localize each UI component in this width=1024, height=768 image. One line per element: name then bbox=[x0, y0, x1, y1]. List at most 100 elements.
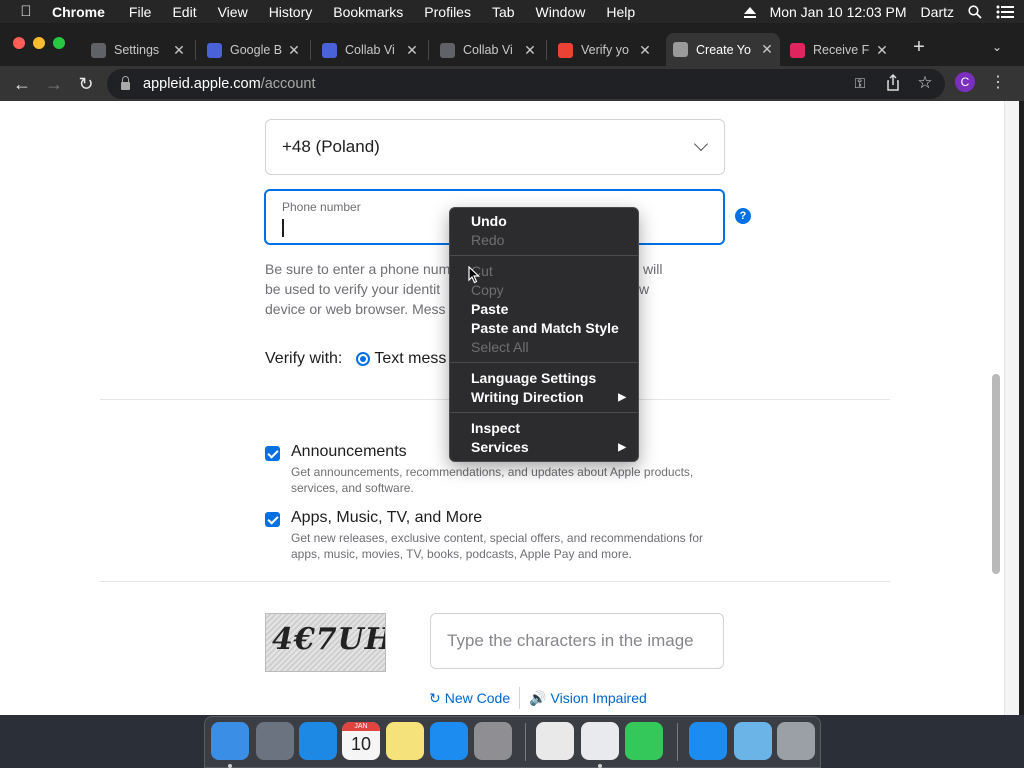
tab-search-chevron-icon[interactable]: ⌄ bbox=[988, 36, 1006, 58]
app-store-icon[interactable] bbox=[430, 722, 468, 760]
tab-settings[interactable]: Settings ✕ bbox=[84, 36, 192, 64]
tab-collab-vi[interactable]: Collab Vi ✕ bbox=[315, 36, 425, 64]
tab-close-icon[interactable]: ✕ bbox=[172, 42, 186, 59]
tab-close-icon[interactable]: ✕ bbox=[523, 42, 537, 59]
tab-close-icon[interactable]: ✕ bbox=[875, 42, 889, 59]
text-message-radio[interactable] bbox=[356, 352, 371, 366]
text-message-label[interactable]: Text mess bbox=[374, 350, 446, 368]
vision-impaired-link[interactable]: Vision Impaired bbox=[551, 690, 647, 706]
google-forms-icon bbox=[207, 42, 222, 58]
announcements-title: Announcements bbox=[291, 443, 407, 460]
apple-icon bbox=[673, 42, 688, 57]
finder-icon[interactable] bbox=[211, 722, 249, 760]
menu-file[interactable]: File bbox=[129, 4, 152, 20]
context-menu-item-language-settings[interactable]: Language Settings bbox=[450, 369, 638, 388]
menu-item-label: Writing Direction bbox=[471, 389, 584, 405]
tab-verify-yo[interactable]: Verify yo ✕ bbox=[551, 36, 658, 64]
forward-arrow-icon[interactable]: → bbox=[41, 71, 67, 97]
gmail-icon bbox=[558, 42, 573, 58]
dock-divider bbox=[525, 723, 526, 761]
bookmark-star-icon[interactable]: ☆ bbox=[913, 71, 937, 95]
menu-item-label: Redo bbox=[471, 232, 505, 248]
back-arrow-icon[interactable]: ← bbox=[9, 71, 35, 97]
running-indicator bbox=[598, 764, 602, 768]
menu-view[interactable]: View bbox=[218, 4, 248, 20]
tab-collab-vi[interactable]: Collab Vi ✕ bbox=[433, 36, 543, 64]
tab-close-icon[interactable]: ✕ bbox=[760, 41, 774, 58]
new-tab-button[interactable]: + bbox=[909, 36, 929, 58]
new-code-link[interactable]: New Code bbox=[445, 690, 510, 706]
menu-item-label: Select All bbox=[471, 339, 529, 355]
context-menu-item-inspect[interactable]: Inspect bbox=[450, 419, 638, 438]
menu-datetime[interactable]: Mon Jan 10 12:03 PM bbox=[770, 4, 907, 20]
control-center-icon[interactable] bbox=[996, 5, 1014, 19]
password-key-icon[interactable]: ⚿ bbox=[848, 71, 872, 95]
tab-close-icon[interactable]: ✕ bbox=[287, 42, 301, 59]
tab-receive-f[interactable]: Receive F ✕ bbox=[783, 36, 895, 64]
menu-bookmarks[interactable]: Bookmarks bbox=[333, 4, 403, 20]
app-store-downloads-icon[interactable] bbox=[689, 722, 727, 760]
menu-user[interactable]: Dartz bbox=[921, 4, 954, 20]
menu-tab[interactable]: Tab bbox=[492, 4, 515, 20]
context-menu-item-paste[interactable]: Paste bbox=[450, 300, 638, 319]
hint-line-1-start: Be sure to enter a phone num bbox=[265, 261, 451, 277]
help-icon[interactable]: ? bbox=[735, 208, 751, 224]
context-menu-item-paste-and-match-style[interactable]: Paste and Match Style bbox=[450, 319, 638, 338]
launchpad-icon[interactable] bbox=[256, 722, 294, 760]
preview-icon[interactable] bbox=[536, 722, 574, 760]
apple-menu-icon[interactable]:  bbox=[0, 3, 52, 20]
system-preferences-icon[interactable] bbox=[474, 722, 512, 760]
profile-avatar[interactable]: C bbox=[955, 72, 975, 92]
speaker-icon[interactable]: 🔊 bbox=[529, 690, 546, 707]
page-scrollbar-track[interactable] bbox=[1004, 101, 1019, 715]
gear-icon bbox=[91, 42, 106, 58]
more-menu-icon[interactable]: ⋮ bbox=[986, 71, 1010, 95]
context-menu-item-services[interactable]: Services ▶ bbox=[450, 438, 638, 457]
tab-google-b[interactable]: Google B ✕ bbox=[200, 36, 307, 64]
page-scrollbar-thumb[interactable] bbox=[992, 374, 1000, 574]
menu-help[interactable]: Help bbox=[606, 4, 635, 20]
receive-sms-icon bbox=[790, 42, 805, 58]
menu-history[interactable]: History bbox=[269, 4, 313, 20]
chrome-icon[interactable] bbox=[581, 722, 619, 760]
spotlight-search-icon[interactable] bbox=[968, 4, 982, 19]
apps-music-tv-checkbox[interactable] bbox=[265, 512, 280, 527]
tab-create-yo[interactable]: Create Yo ✕ bbox=[666, 33, 780, 66]
calendar-icon[interactable]: JAN 10 bbox=[342, 722, 380, 760]
safari-icon[interactable] bbox=[299, 722, 337, 760]
tab-separator bbox=[546, 40, 547, 60]
close-window-button[interactable] bbox=[13, 37, 25, 49]
menu-profiles[interactable]: Profiles bbox=[424, 4, 471, 20]
tab-close-icon[interactable]: ✕ bbox=[405, 42, 419, 59]
text-caret bbox=[282, 219, 284, 237]
context-menu-item-undo[interactable]: Undo bbox=[450, 212, 638, 231]
menu-app-name[interactable]: Chrome bbox=[52, 4, 105, 20]
hint-line-2-start: be used to verify your identit bbox=[265, 281, 441, 297]
tab-close-icon[interactable]: ✕ bbox=[638, 42, 652, 59]
calendar-month: JAN bbox=[342, 722, 380, 731]
folder-icon[interactable] bbox=[734, 722, 772, 760]
menu-window[interactable]: Window bbox=[536, 4, 586, 20]
zoom-window-button[interactable] bbox=[53, 37, 65, 49]
menu-item-label: Paste bbox=[471, 301, 509, 317]
trash-icon[interactable] bbox=[777, 722, 815, 760]
context-menu-item-writing-direction[interactable]: Writing Direction ▶ bbox=[450, 388, 638, 407]
share-icon[interactable] bbox=[881, 71, 905, 95]
menu-edit[interactable]: Edit bbox=[172, 4, 196, 20]
captcha-input[interactable]: Type the characters in the image bbox=[430, 613, 724, 669]
announcements-checkbox[interactable] bbox=[265, 446, 280, 461]
lock-icon[interactable] bbox=[121, 76, 130, 90]
context-menu-item-select-all: Select All bbox=[450, 338, 638, 357]
verify-with-row: Verify with: Text mess bbox=[265, 350, 446, 368]
hint-line-2-end: w bbox=[639, 281, 650, 297]
notes-icon[interactable] bbox=[386, 722, 424, 760]
facetime-icon[interactable] bbox=[625, 722, 663, 760]
address-bar[interactable]: appleid.apple.com/account bbox=[107, 69, 945, 99]
refresh-icon[interactable]: ↻ bbox=[429, 690, 441, 707]
eject-icon[interactable] bbox=[743, 6, 756, 18]
country-code-select[interactable]: +48 (Poland) bbox=[265, 119, 725, 175]
reload-icon[interactable]: ↻ bbox=[73, 71, 99, 97]
menu-item-label: Inspect bbox=[471, 420, 521, 436]
hint-line-3-start: device or web browser. Mess bbox=[265, 301, 446, 317]
minimize-window-button[interactable] bbox=[33, 37, 45, 49]
